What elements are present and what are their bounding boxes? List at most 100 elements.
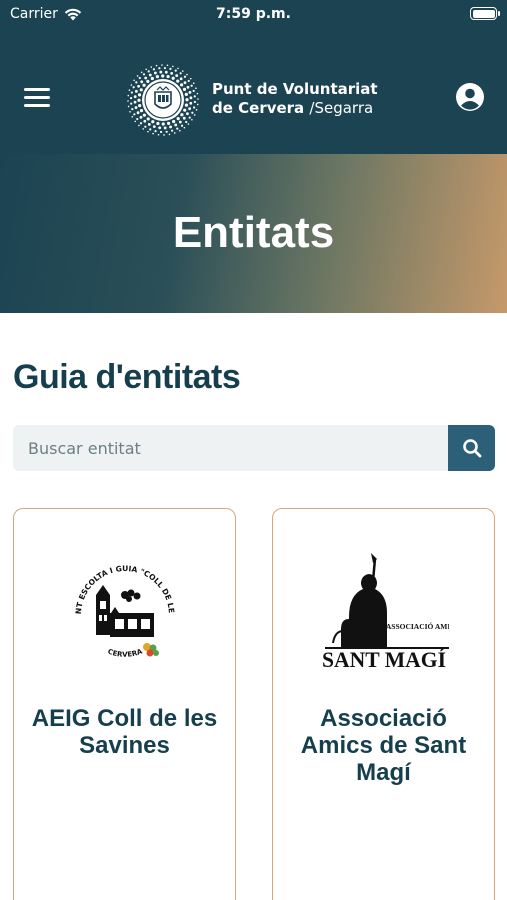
seal-dot bbox=[185, 120, 188, 124]
search-button[interactable] bbox=[448, 425, 495, 471]
seal-dot bbox=[172, 119, 176, 124]
seal-dot bbox=[143, 119, 147, 123]
entity-name: Associació Amics de Sant Magí bbox=[300, 705, 467, 786]
seal-dot bbox=[144, 76, 148, 80]
seal-dot bbox=[182, 116, 186, 120]
seal-dot bbox=[133, 113, 136, 116]
seal-dot bbox=[196, 103, 199, 106]
seal-dot bbox=[129, 110, 131, 113]
seal-dot bbox=[147, 123, 151, 126]
search-input[interactable] bbox=[13, 425, 449, 471]
seal-dot bbox=[133, 95, 137, 99]
seal-dot bbox=[192, 89, 195, 92]
seal-dot bbox=[146, 79, 150, 83]
section-title: Guia d'entitats bbox=[13, 358, 241, 396]
seal-dot bbox=[155, 64, 158, 67]
seal-dot bbox=[183, 126, 186, 129]
seal-dot bbox=[190, 84, 193, 87]
seal-dot bbox=[130, 84, 133, 86]
seal-dot bbox=[132, 86, 135, 89]
seal-dot bbox=[195, 109, 198, 111]
seal-dot bbox=[139, 122, 143, 125]
seal-dot bbox=[172, 65, 174, 68]
seal-dot bbox=[140, 80, 144, 84]
seal-dot bbox=[169, 125, 172, 129]
seal-dot bbox=[134, 120, 137, 123]
brand-line-2: de Cervera bbox=[212, 99, 310, 117]
seal-dot bbox=[166, 64, 169, 67]
seal-dot bbox=[154, 71, 157, 75]
seal-dot bbox=[137, 93, 142, 97]
entity-card[interactable]: AGRUPAMENT ESCOLTA I GUIA "COLL DE LES S… bbox=[13, 508, 236, 900]
seal-dot bbox=[158, 67, 161, 70]
seal-dot bbox=[129, 96, 133, 100]
seal-dot bbox=[137, 84, 140, 88]
seal-dot bbox=[197, 98, 199, 100]
page-title: Entitats bbox=[172, 208, 335, 257]
seal-dot bbox=[183, 108, 187, 112]
seal-dot bbox=[149, 128, 152, 131]
seal-dot bbox=[139, 109, 144, 113]
seal-dot bbox=[191, 118, 193, 121]
seal-dot bbox=[137, 98, 141, 102]
logo-title: SANT MAGÍ bbox=[322, 647, 446, 669]
seal-dot bbox=[148, 73, 152, 77]
seal-dot bbox=[156, 121, 160, 126]
seal-dot bbox=[130, 102, 133, 105]
entity-card[interactable]: ASSOCIACIÓ AMICS DE SANT MAGÍ Associació… bbox=[272, 508, 495, 900]
seal-dot bbox=[180, 113, 184, 117]
seal-dot bbox=[127, 100, 129, 102]
seal-dot bbox=[177, 67, 179, 70]
menu-button[interactable] bbox=[24, 88, 52, 108]
seal-dot bbox=[182, 87, 187, 91]
seal-dot bbox=[171, 76, 175, 80]
seal-dot bbox=[158, 126, 162, 130]
seal-dot bbox=[185, 98, 189, 102]
seal-dot bbox=[163, 66, 167, 70]
seal-dot bbox=[179, 72, 182, 75]
seal-dot bbox=[163, 126, 167, 130]
seal-dot bbox=[188, 107, 192, 111]
seal-dot bbox=[139, 88, 143, 92]
seal-dot bbox=[134, 106, 138, 109]
seal-dot bbox=[168, 133, 171, 136]
seal-dot bbox=[142, 83, 146, 87]
seal-dot bbox=[174, 123, 178, 127]
seal-dot bbox=[193, 100, 197, 104]
seal-dot bbox=[142, 73, 146, 76]
seal-dot bbox=[171, 129, 174, 132]
seal-dot bbox=[188, 116, 191, 119]
seal-dot bbox=[186, 112, 189, 116]
seal-dot bbox=[150, 66, 153, 68]
seal-dot bbox=[161, 64, 163, 66]
seal-dot bbox=[165, 130, 168, 133]
seal-dot bbox=[136, 111, 140, 115]
seal-dot bbox=[135, 81, 138, 84]
seal-dot bbox=[131, 115, 134, 118]
seal-dot bbox=[186, 85, 190, 89]
seal-dot bbox=[151, 120, 155, 124]
seal-dot bbox=[180, 124, 184, 127]
seal-dot bbox=[140, 71, 143, 74]
seal-dot bbox=[147, 70, 150, 73]
brand-region: /Segarra bbox=[309, 99, 374, 117]
cervera-seal-logo[interactable] bbox=[127, 64, 199, 136]
seal-dot bbox=[193, 95, 196, 98]
seal-dot bbox=[128, 89, 131, 91]
brand-line-1: Punt de Voluntariat bbox=[212, 80, 378, 98]
svg-text:CERVERA: CERVERA bbox=[106, 647, 143, 659]
seal-dot bbox=[142, 113, 146, 117]
seal-dot bbox=[164, 70, 168, 74]
seal-dot bbox=[178, 120, 182, 124]
seal-dot bbox=[136, 75, 139, 77]
user-profile-button[interactable] bbox=[455, 82, 485, 112]
seal-dot bbox=[184, 92, 188, 97]
seal-dot bbox=[176, 127, 179, 130]
app-header: Punt de Voluntariat de Cervera /Segarra bbox=[0, 30, 507, 154]
seal-dot bbox=[161, 74, 165, 78]
seal-dot bbox=[191, 111, 194, 114]
seal-dot bbox=[170, 71, 174, 75]
seal-dot bbox=[178, 129, 181, 132]
seal-dot bbox=[136, 117, 139, 121]
hero-banner: Entitats bbox=[0, 154, 507, 313]
